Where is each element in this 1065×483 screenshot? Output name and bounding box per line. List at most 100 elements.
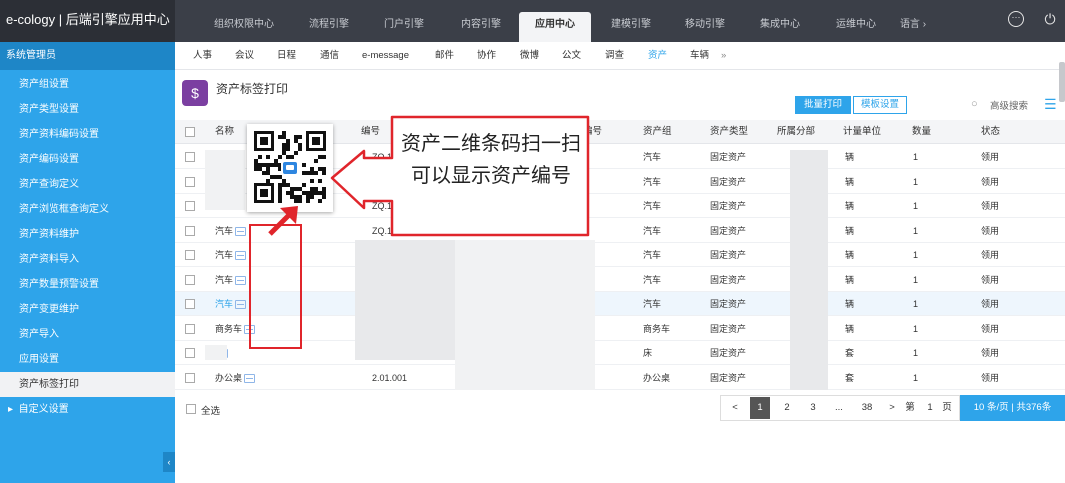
next-page-button[interactable]: > [885,397,899,419]
table-row[interactable]: 汽车1.03.003汽车固定资产辆1领用 [175,268,1065,292]
top-tab-integration[interactable]: 集成中心 [741,12,819,42]
cell-group: 汽车 [643,176,662,187]
annotation-callout-text: 资产二维条码扫一扫可以显示资产编号 [401,133,581,187]
advanced-search-link[interactable]: 高级搜索 [990,98,1028,112]
row-checkbox[interactable] [185,225,195,236]
prev-page-button[interactable]: < [726,397,744,419]
subnav-assets[interactable]: 资产 [648,42,667,70]
sidebar-item-asset-import[interactable]: 资产导入 [0,322,175,347]
top-tab-app-center[interactable]: 应用中心 [519,12,591,42]
redacted-block [205,345,227,360]
sidebar-item-label-print[interactable]: 资产标签打印 [0,372,175,397]
sidebar-item-asset-group[interactable]: 资产组设置 [0,72,175,97]
batch-print-button[interactable]: 批量打印 [795,96,851,114]
page-ellipsis: ... [835,402,843,413]
header-checkbox[interactable] [185,127,195,137]
subnav-more-icon[interactable]: » [721,42,726,70]
row-checkbox[interactable] [185,152,195,162]
sidebar-item-app-settings[interactable]: 应用设置 [0,347,175,372]
sidebar-item-asset-change[interactable]: 资产变更维护 [0,297,175,322]
sidebar-item-custom-settings[interactable]: ▸ 自定义设置 [0,397,175,422]
table-row[interactable]: 商务车2.01.001商务车固定资产辆1领用 [175,317,1065,341]
cell-status: 领用 [981,201,1000,211]
table-row[interactable]: 汽车 ZQ.100 汽车 固定资产辆 1 领用 [175,219,1065,243]
goto-page-input[interactable]: 1 [923,397,937,419]
row-checkbox[interactable] [185,250,195,260]
cell-qty: 1 [913,372,919,383]
top-tab-org[interactable]: 组织权限中心 [205,12,283,42]
top-tab-mobile[interactable]: 移动引擎 [666,12,744,42]
subnav-schedule[interactable]: 日程 [277,42,296,70]
page-3-button[interactable]: 3 [804,397,822,419]
top-tab-portal[interactable]: 门户引擎 [365,12,443,42]
cell-type: 固定资产 [710,152,747,162]
sidebar-item-asset-code[interactable]: 资产编码设置 [0,147,175,172]
sidebar-collapse-button[interactable]: ‹ [163,452,175,472]
table-row[interactable]: 1.01.001床固定资产套1领用 [175,341,1065,365]
cell-group: 汽车 [643,274,662,285]
template-settings-button[interactable]: 模板设置 [853,96,907,114]
top-tab-language[interactable]: 语言 › [893,12,933,42]
row-checkbox[interactable] [185,348,195,358]
subnav-collab[interactable]: 协作 [477,42,496,70]
subnav-hr[interactable]: 人事 [193,42,212,70]
subnav-docs[interactable]: 公文 [562,42,581,70]
redacted-block [205,150,245,210]
cell-name: 汽车 [215,292,247,316]
cell-type: 固定资产 [710,250,747,260]
more-icon[interactable]: ··· [1008,11,1024,27]
cell-qty: 1 [913,299,919,309]
col-quantity: 数量 [912,126,932,137]
per-page-select[interactable]: 10 条/页 | 共376条 [960,395,1065,421]
qr-code-small-icon[interactable] [235,226,247,236]
page-1-button[interactable]: 1 [750,397,770,419]
sidebar-item-asset-import-data[interactable]: 资产资料导入 [0,247,175,272]
row-checkbox[interactable] [185,176,195,187]
subnav-meeting[interactable]: 会议 [235,42,254,70]
cell-group: 商务车 [643,323,671,334]
qr-code-small-icon[interactable] [235,300,247,310]
top-tab-ops[interactable]: 运维中心 [817,12,895,42]
sidebar-item-asset-maintenance[interactable]: 资产资料维护 [0,222,175,247]
qr-code-small-icon[interactable] [244,373,256,383]
brand-title: e-cology | 后端引擎应用中心 [0,0,175,42]
row-checkbox[interactable] [185,323,195,334]
sidebar: 系统管理员 资产组设置 资产类型设置 资产资料编码设置 资产编码设置 资产查询定… [0,42,175,483]
table-row[interactable]: 汽车1.03.004汽车固定资产辆1领用 [175,292,1065,316]
asset-name: 汽车 [215,299,234,309]
subnav-survey[interactable]: 调查 [605,42,624,70]
top-tab-workflow[interactable]: 流程引擎 [290,12,368,42]
select-all-checkbox[interactable] [186,404,196,414]
row-checkbox[interactable] [185,274,195,285]
sidebar-item-asset-browse-query[interactable]: 资产浏览框查询定义 [0,197,175,222]
sidebar-item-asset-query[interactable]: 资产查询定义 [0,172,175,197]
col-asset-type: 资产类型 [710,126,749,137]
row-checkbox[interactable] [185,299,195,309]
subnav-mail[interactable]: 邮件 [435,42,454,70]
row-checkbox[interactable] [185,372,195,383]
subnav-comm[interactable]: 通信 [320,42,339,70]
sidebar-item-asset-material-code[interactable]: 资产资料编码设置 [0,122,175,147]
cell-status: 领用 [981,323,1000,334]
sidebar-item-asset-warning[interactable]: 资产数量预警设置 [0,272,175,297]
scrollbar-handle[interactable] [1059,62,1065,102]
cell-code: 2.01.001 [372,372,408,383]
asset-bag-icon: $ [182,80,208,106]
subnav-emessage[interactable]: e-message [362,42,409,70]
sidebar-item-asset-type[interactable]: 资产类型设置 [0,97,175,122]
table-row[interactable]: 汽车1.03.002汽车固定资产辆1领用 [175,243,1065,267]
cell-group: 床 [643,348,653,358]
top-tab-modeling[interactable]: 建模引擎 [592,12,670,42]
cell-type: 固定资产 [710,323,747,334]
top-tab-content[interactable]: 内容引擎 [442,12,520,42]
subnav-weibo[interactable]: 微博 [520,42,539,70]
table-row[interactable]: 办公桌 2.01.001 办公桌 固定资产 套 1 领用 [175,366,1065,390]
qr-code-small-icon[interactable] [235,251,247,261]
power-icon[interactable]: ⏻ [1042,11,1058,27]
subnav-vehicle[interactable]: 车辆 [690,42,709,70]
row-checkbox[interactable] [185,201,195,211]
qr-code-small-icon[interactable] [235,275,247,285]
page-2-button[interactable]: 2 [778,397,796,419]
page-38-button[interactable]: 38 [857,397,877,419]
search-icon[interactable]: ○ [971,98,983,110]
